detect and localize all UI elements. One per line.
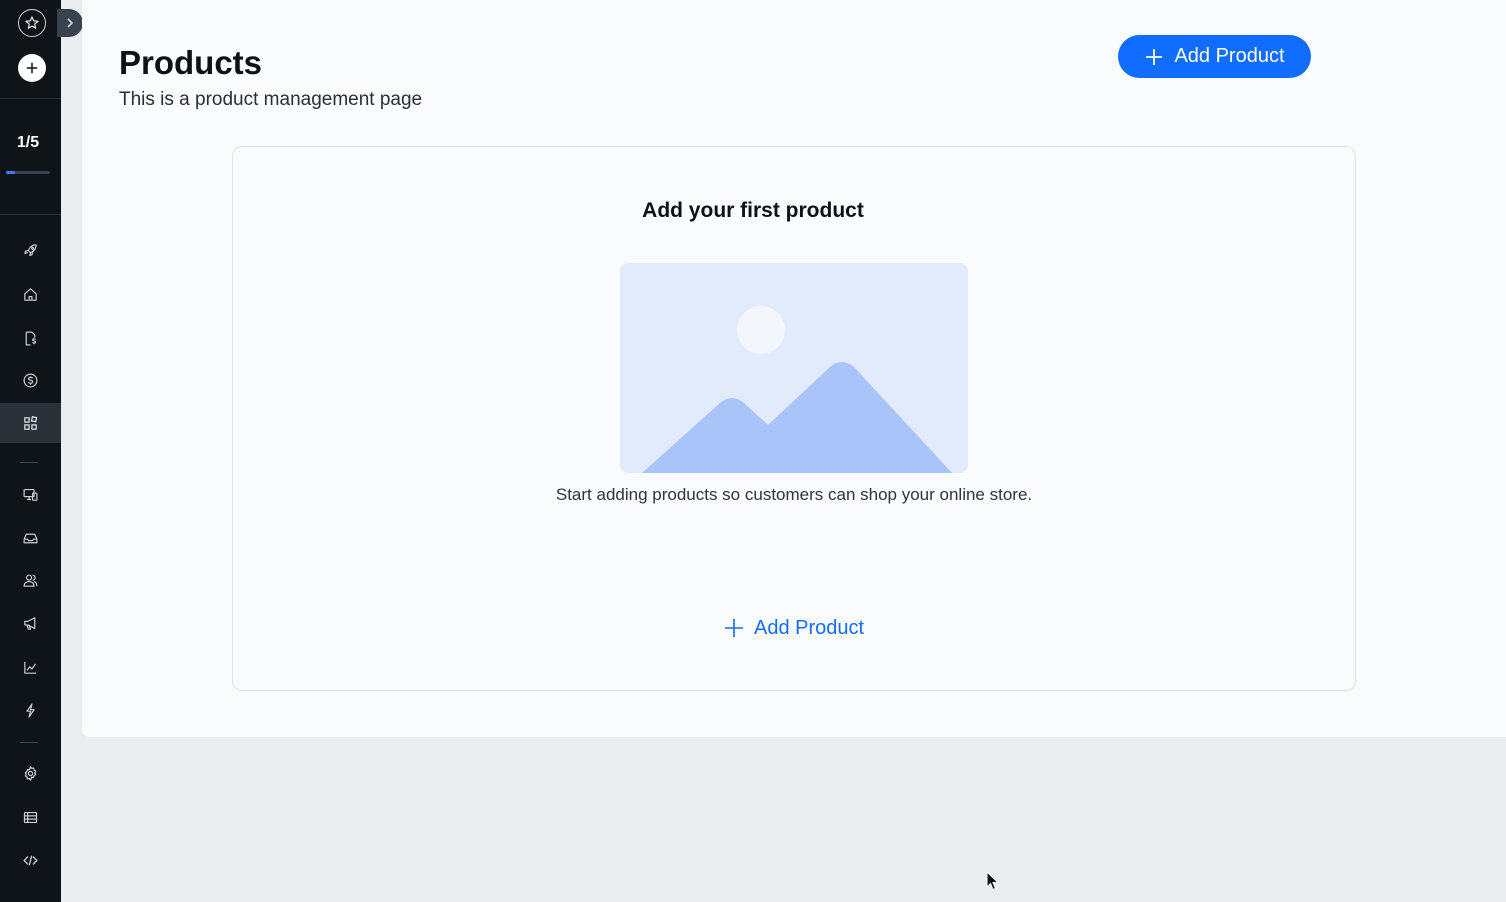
sidebar-divider [20, 742, 38, 743]
sidebar-item-catalog[interactable] [0, 403, 61, 443]
image-placeholder-illustration [620, 263, 968, 473]
empty-state-title: Add your first product [642, 199, 864, 222]
sidebar: 1/5 [0, 0, 61, 902]
apps-icon [24, 415, 38, 430]
home-icon [24, 287, 37, 301]
add-product-link-label: Add Product [754, 616, 865, 639]
page-subtitle: This is a product management page [119, 89, 423, 110]
settings-icon [24, 765, 37, 781]
setup-progress-text[interactable]: 1/5 [0, 134, 56, 152]
sidebar-item-inbox[interactable] [0, 518, 61, 558]
sidebar-item-site[interactable] [0, 474, 61, 514]
quick-add-button[interactable] [18, 54, 46, 82]
setup-progress-fill [6, 171, 15, 174]
sales-icon [25, 331, 37, 345]
page-title: Products [119, 44, 263, 81]
inbox-icon [23, 533, 38, 543]
devices-icon [23, 488, 38, 501]
add-product-button[interactable]: Add Product [1118, 35, 1311, 78]
contacts-icon [23, 574, 38, 587]
automation-icon [26, 703, 35, 717]
plus-icon [26, 62, 38, 74]
sidebar-item-home[interactable] [0, 274, 61, 314]
sidebar-top [0, 0, 61, 99]
mouse-cursor-icon [986, 871, 1000, 891]
analytics-icon [24, 661, 37, 674]
favorites-button[interactable] [18, 9, 46, 37]
star-icon [25, 16, 39, 29]
table-icon [23, 811, 38, 823]
add-product-link-button[interactable]: Add Product [720, 612, 868, 644]
setup-progress-bar [6, 171, 50, 174]
sidebar-expand-button[interactable] [57, 9, 83, 37]
rocket-icon [24, 243, 37, 256]
add-product-label: Add Product [1174, 45, 1285, 67]
sidebar-item-contacts[interactable] [0, 560, 61, 600]
chevron-right-icon [67, 18, 74, 28]
plus-icon [1146, 48, 1163, 65]
sidebar-divider [20, 462, 38, 463]
megaphone-icon [24, 616, 36, 630]
code-icon [23, 855, 38, 865]
plus-icon [725, 619, 743, 637]
sidebar-item-sales[interactable] [0, 318, 61, 358]
sidebar-item-dev-mode[interactable] [0, 840, 61, 880]
sidebar-item-get-started[interactable] [0, 230, 61, 270]
sidebar-item-analytics[interactable] [0, 647, 61, 687]
sidebar-item-settings[interactable] [0, 753, 61, 793]
sidebar-item-payments[interactable] [0, 360, 61, 400]
empty-state-description: Start adding products so customers can s… [555, 485, 1033, 504]
sidebar-item-automations[interactable] [0, 690, 61, 730]
dollar-icon [23, 373, 38, 387]
sidebar-item-cms[interactable] [0, 797, 61, 837]
sidebar-item-marketing[interactable] [0, 603, 61, 643]
